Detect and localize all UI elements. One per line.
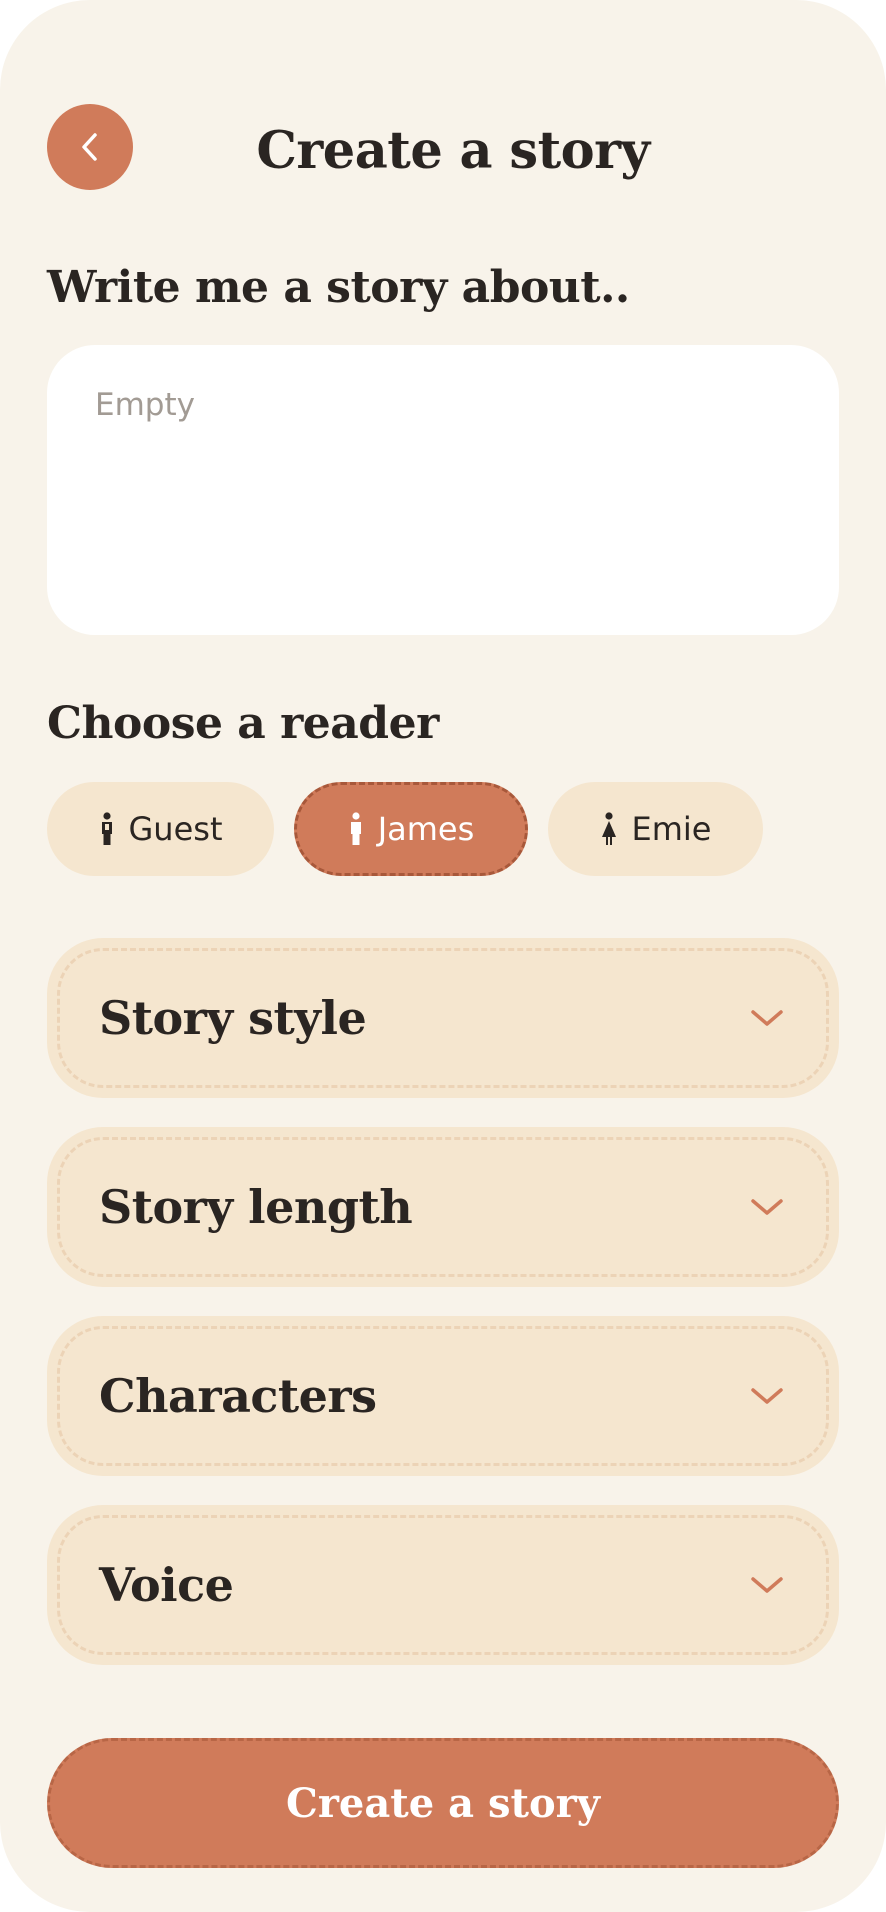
prompt-label: Write me a story about..: [47, 262, 630, 313]
person-icon: [101, 812, 112, 845]
reader-option-guest[interactable]: Guest: [47, 782, 274, 876]
accordion-voice[interactable]: Voice: [47, 1505, 839, 1665]
chevron-down-icon: [751, 1010, 783, 1026]
accordion-label: Voice: [99, 1558, 234, 1612]
reader-option-james[interactable]: James: [294, 782, 528, 876]
accordion-label: Story length: [99, 1180, 413, 1234]
accordion-label: Story style: [99, 991, 367, 1045]
reader-option-emie[interactable]: Emie: [548, 782, 763, 876]
chevron-down-icon: [751, 1577, 783, 1593]
reader-option-label: James: [377, 810, 475, 848]
chevron-down-icon: [751, 1388, 783, 1404]
app-screen: Create a story Write me a story about.. …: [0, 0, 886, 1912]
story-prompt-input[interactable]: [47, 345, 839, 635]
create-story-button[interactable]: Create a story: [47, 1738, 839, 1868]
person-icon: [350, 812, 361, 845]
reader-option-label: Emie: [631, 810, 712, 848]
accordion-characters[interactable]: Characters: [47, 1316, 839, 1476]
person-dress-icon: [601, 812, 616, 845]
chevron-down-icon: [751, 1199, 783, 1215]
accordion-story-length[interactable]: Story length: [47, 1127, 839, 1287]
accordion-story-style[interactable]: Story style: [47, 938, 839, 1098]
reader-label: Choose a reader: [47, 698, 439, 749]
page-title: Create a story: [256, 121, 650, 181]
reader-option-label: Guest: [128, 810, 223, 848]
accordion-label: Characters: [99, 1369, 377, 1423]
